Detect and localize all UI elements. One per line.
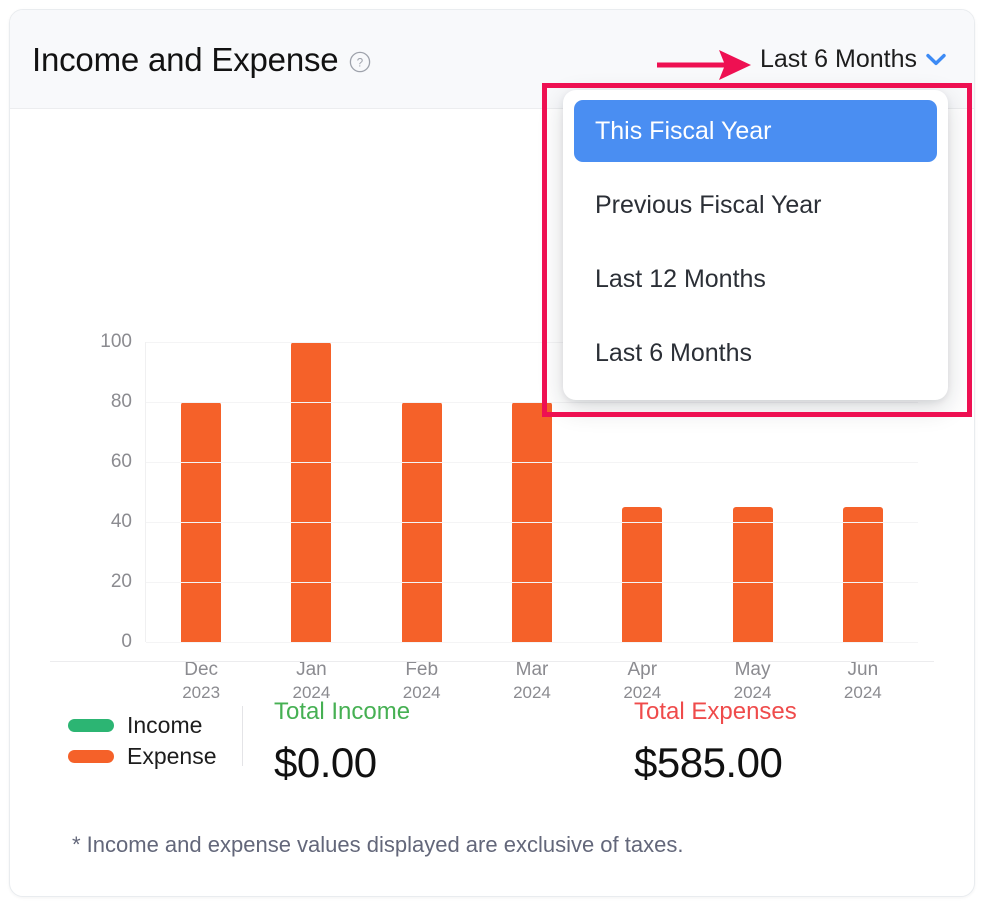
chart-gridline: 20 — [146, 582, 918, 583]
chevron-down-icon — [926, 53, 946, 66]
legend-label-income: Income — [127, 714, 202, 737]
legend-label-expense: Expense — [127, 745, 217, 768]
x-axis-tick-label: Jun2024 — [844, 657, 882, 705]
dropdown-option-gap — [574, 310, 937, 322]
date-range-selected-label: Last 6 Months — [760, 47, 917, 72]
x-axis-tick-label: Mar2024 — [513, 657, 551, 705]
legend-swatch-expense — [68, 750, 114, 763]
chart-bar-group[interactable]: Feb2024 — [367, 342, 477, 642]
chart-bar-expense[interactable] — [291, 342, 331, 642]
dropdown-option-last-6-months[interactable]: Last 6 Months — [574, 322, 937, 384]
dropdown-option-last-12-months[interactable]: Last 12 Months — [574, 248, 937, 310]
dropdown-option-gap — [574, 236, 937, 248]
legend-swatch-income — [68, 719, 114, 732]
legend-item-expense[interactable]: Expense — [68, 745, 242, 768]
chart-gridline: 80 — [146, 402, 918, 403]
dropdown-option-gap — [574, 162, 937, 174]
question-circle-icon[interactable]: ? — [349, 51, 371, 73]
total-income-label: Total Income — [274, 700, 603, 724]
chart-bar-group[interactable]: Jan2024 — [256, 342, 366, 642]
total-expenses-metric: Total Expenses $585.00 — [603, 700, 797, 784]
chart-gridline: 40 — [146, 522, 918, 523]
dropdown-option-previous-fiscal-year[interactable]: Previous Fiscal Year — [574, 174, 937, 236]
y-axis-tick-label: 80 — [111, 391, 132, 413]
dropdown-option-this-fiscal-year[interactable]: This Fiscal Year — [574, 100, 937, 162]
chart-legend: Income Expense — [10, 700, 242, 776]
legend-item-income[interactable]: Income — [68, 714, 242, 737]
title-group: Income and Expense ? — [32, 43, 371, 76]
chart-gridline: 60 — [146, 462, 918, 463]
x-axis-tick-label: Dec2023 — [182, 657, 220, 705]
total-income-metric: Total Income $0.00 — [243, 700, 603, 784]
date-range-dropdown-menu[interactable]: This Fiscal Year Previous Fiscal Year Last… — [563, 90, 948, 400]
total-expenses-label: Total Expenses — [634, 700, 797, 724]
footer-divider — [50, 661, 934, 662]
chart-gridline: 0 — [146, 642, 918, 643]
summary-row: Income Expense Total Income $0.00 Total … — [10, 700, 974, 784]
page-title: Income and Expense — [32, 43, 338, 76]
screenshot-root: Income and Expense ? Last 6 Months Dec20… — [0, 0, 984, 906]
svg-text:?: ? — [357, 57, 363, 69]
chart-bar-group[interactable]: Dec2023 — [146, 342, 256, 642]
y-axis-tick-label: 20 — [111, 571, 132, 593]
y-axis-tick-label: 40 — [111, 511, 132, 533]
total-income-value: $0.00 — [274, 742, 603, 784]
date-range-dropdown-trigger[interactable]: Last 6 Months — [760, 47, 946, 72]
footnote-text: * Income and expense values displayed ar… — [72, 834, 683, 856]
chart-bar-expense[interactable] — [622, 507, 662, 642]
total-expenses-value: $585.00 — [634, 742, 797, 784]
y-axis-tick-label: 60 — [111, 451, 132, 473]
y-axis-tick-label: 100 — [100, 331, 132, 353]
chart-bar-expense[interactable] — [843, 507, 883, 642]
y-axis-tick-label: 0 — [121, 631, 132, 653]
chart-bar-expense[interactable] — [733, 507, 773, 642]
